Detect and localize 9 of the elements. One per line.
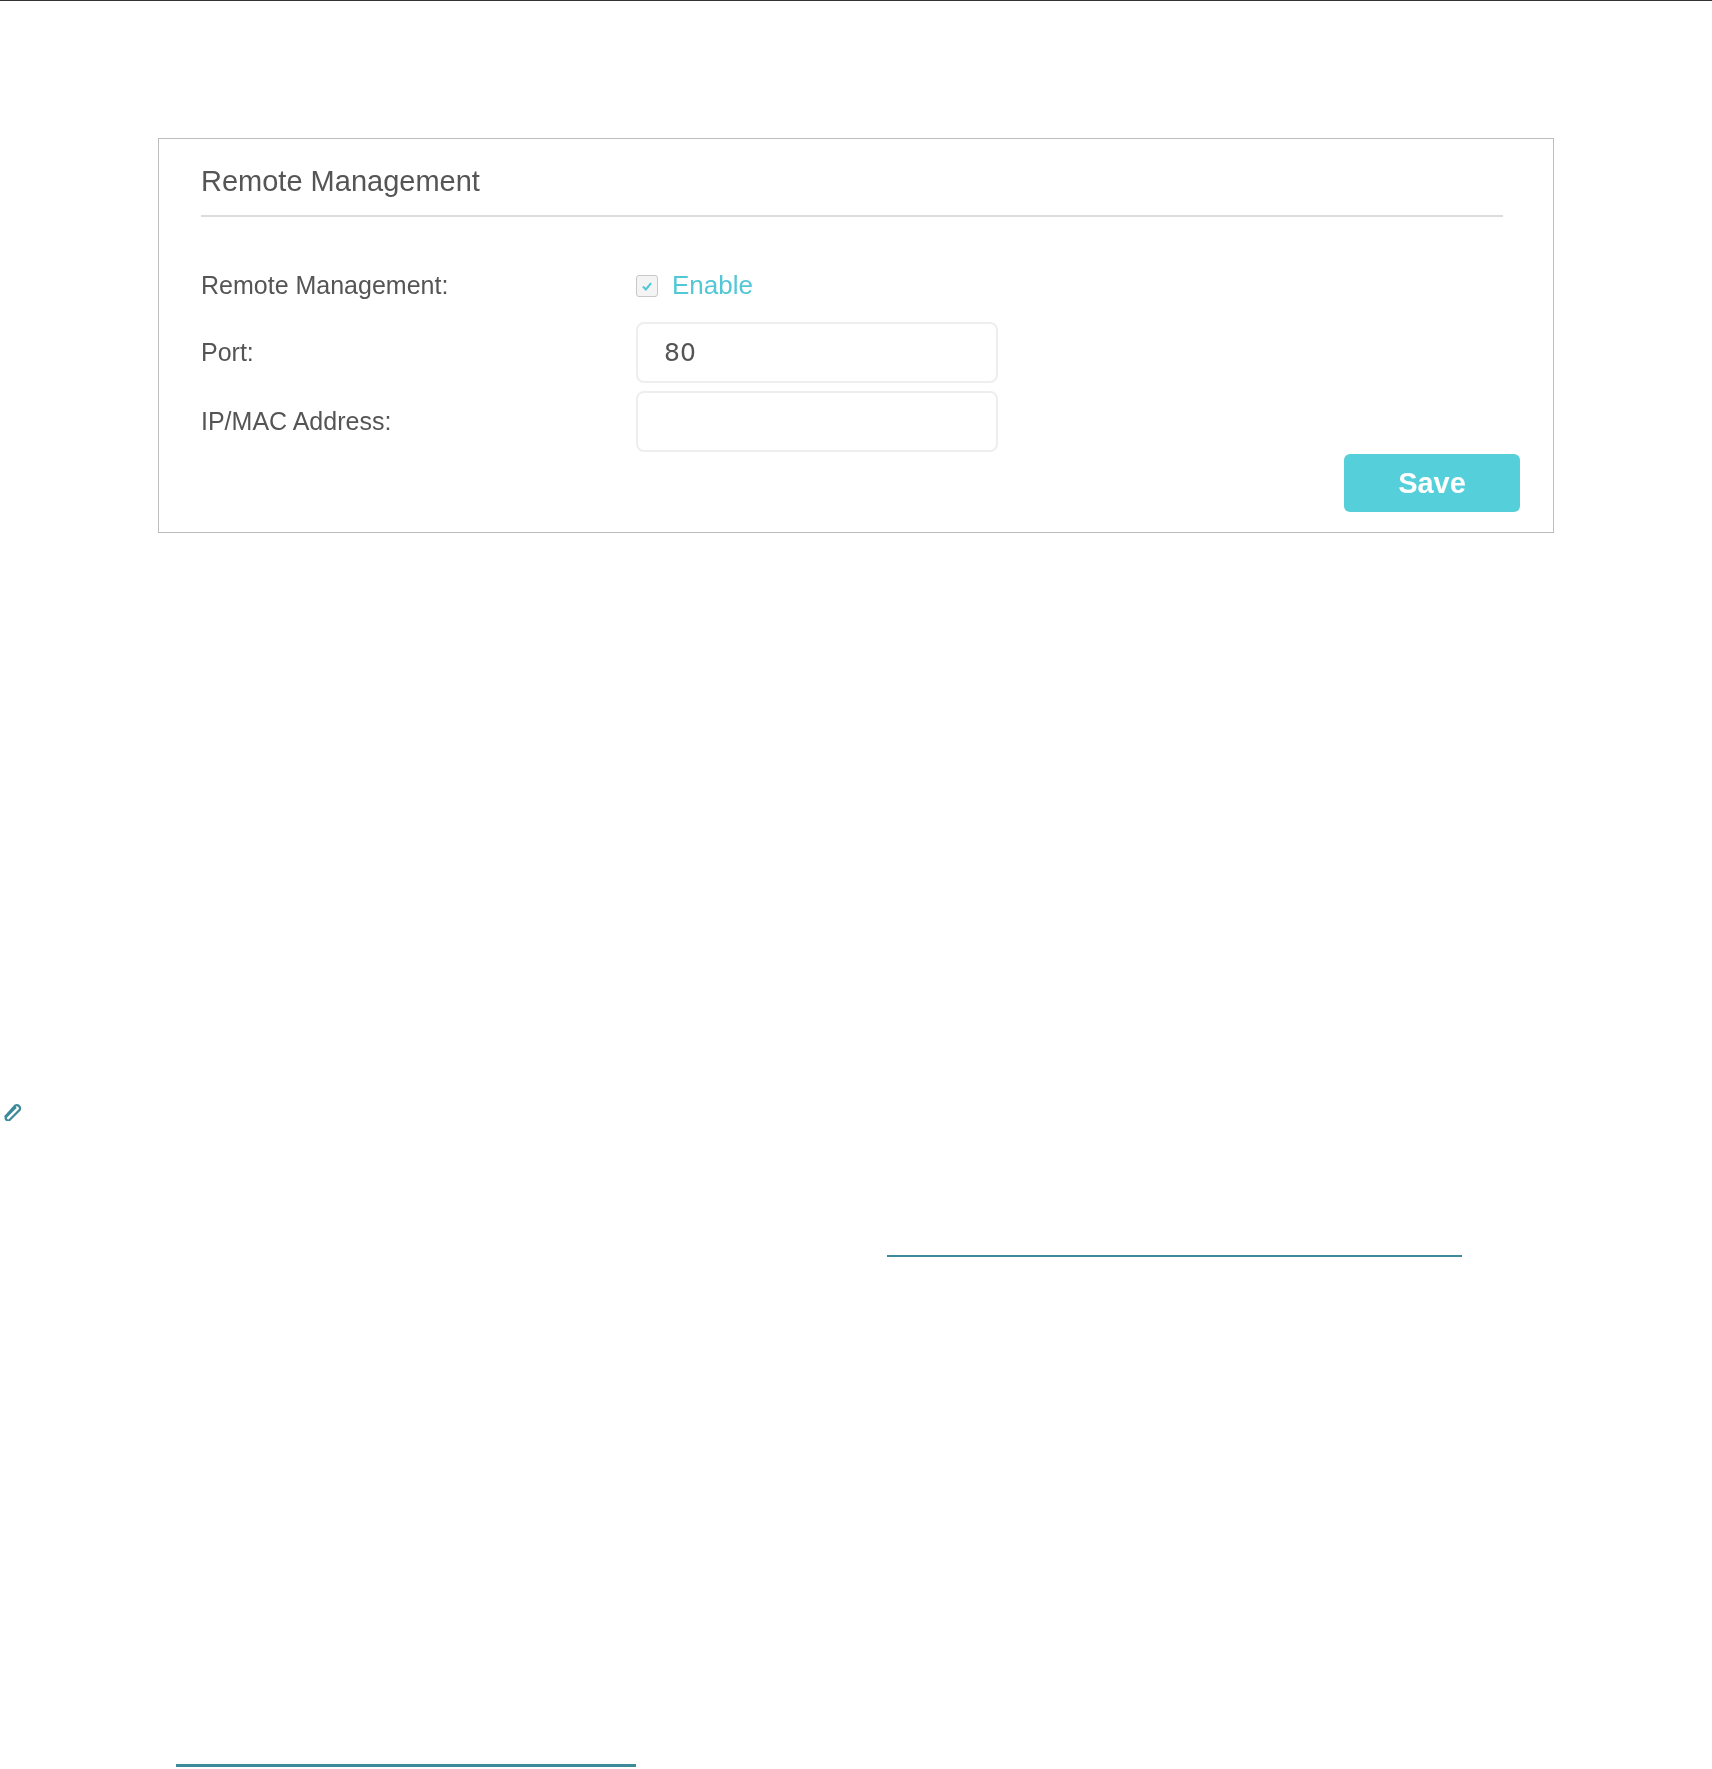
panel-title: Remote Management bbox=[201, 165, 481, 199]
field-label: Remote Management: bbox=[201, 271, 450, 300]
field-label: Port: bbox=[201, 338, 255, 367]
enable-checkbox[interactable] bbox=[636, 274, 658, 297]
enable-label[interactable]: Enable bbox=[672, 270, 753, 301]
field-label: IP/MAC Address: bbox=[201, 407, 393, 436]
save-button[interactable]: Save bbox=[1344, 454, 1520, 512]
paperclip-icon bbox=[1, 1101, 23, 1121]
input-field[interactable]: 80 bbox=[636, 322, 998, 383]
